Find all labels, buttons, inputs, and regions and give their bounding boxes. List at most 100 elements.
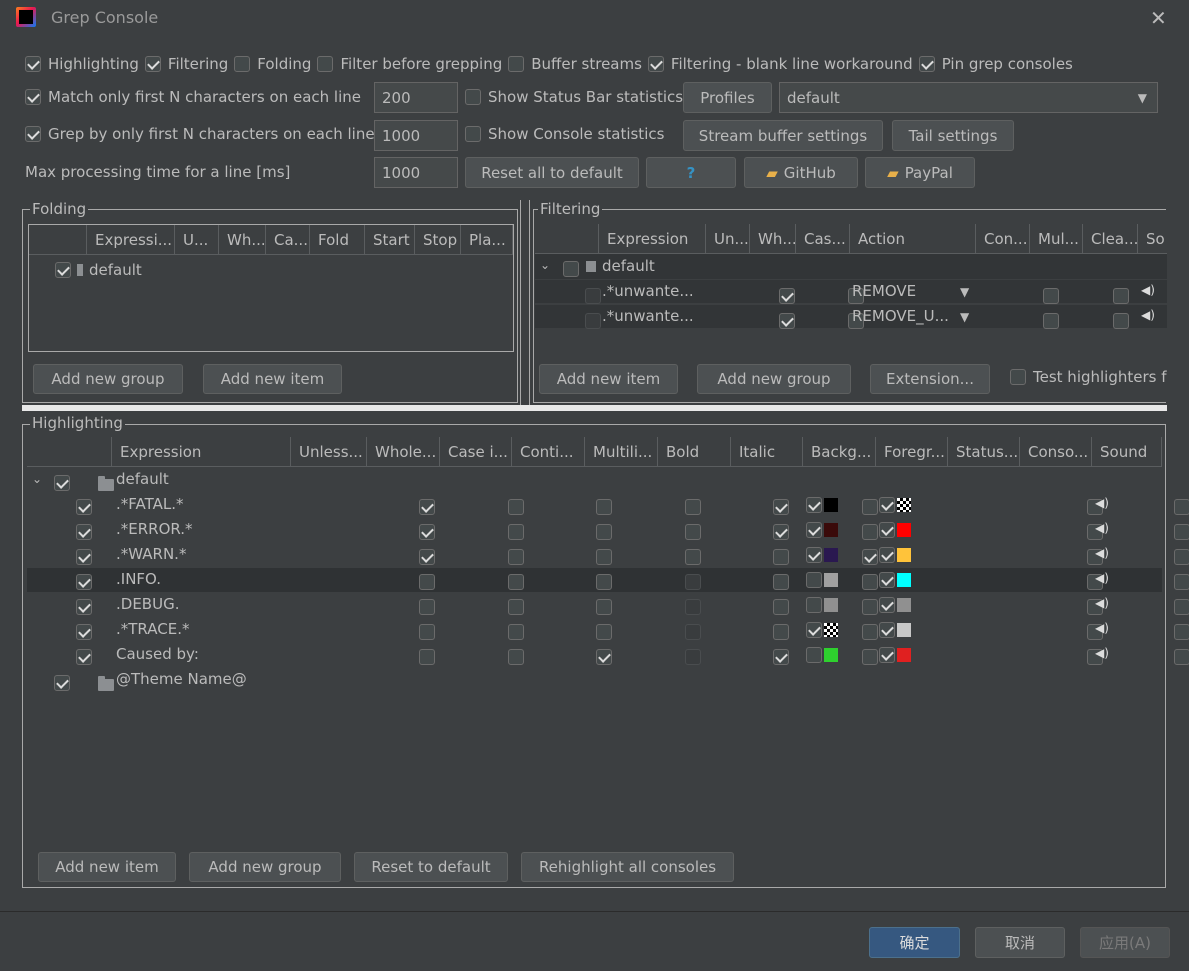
foreground-cell[interactable]: [879, 547, 911, 563]
highlighting-multiline-checkbox[interactable]: [685, 523, 701, 540]
general-option-checkbox[interactable]: [144, 56, 161, 72]
filtering-default-checkbox[interactable]: [563, 260, 579, 277]
background-checkbox[interactable]: [806, 647, 822, 663]
filtering-column-header[interactable]: Expression: [599, 224, 706, 254]
highlighting-column-header[interactable]: Conso...: [1020, 437, 1092, 467]
folding-column-header[interactable]: Wh...: [219, 225, 266, 255]
console-checkbox[interactable]: [1174, 573, 1189, 590]
tail-settings-button[interactable]: Tail settings: [892, 120, 1014, 151]
highlighting-case-checkbox[interactable]: [508, 648, 524, 665]
highlighting-continue-checkbox[interactable]: [596, 623, 612, 640]
background-cell[interactable]: [806, 522, 838, 538]
highlighting-continue-checkbox[interactable]: [596, 598, 612, 615]
background-checkbox[interactable]: [806, 547, 822, 563]
background-checkbox[interactable]: [806, 522, 822, 538]
github-button[interactable]: ▰ GitHub: [744, 157, 858, 188]
folding-column-header[interactable]: Ca...: [266, 225, 310, 255]
folding-add-item-button[interactable]: Add new item: [203, 364, 342, 394]
highlighting-whole-checkbox[interactable]: [419, 623, 435, 640]
highlighting-italic-checkbox[interactable]: [862, 623, 878, 640]
highlighting-bold-checkbox[interactable]: [773, 523, 789, 540]
background-cell[interactable]: [806, 597, 838, 613]
foreground-cell[interactable]: [879, 572, 911, 588]
general-option-checkbox[interactable]: [317, 56, 334, 72]
filtering-row-checkbox[interactable]: [585, 287, 601, 304]
match-first-n-option[interactable]: Match only first N characters on each li…: [25, 88, 361, 106]
highlighting-column-header[interactable]: Backg...: [803, 437, 876, 467]
highlighting-column-header[interactable]: Italic: [731, 437, 803, 467]
highlighting-multiline-checkbox[interactable]: [685, 648, 701, 665]
theme-group-checkbox[interactable]: [54, 674, 70, 691]
profile-select[interactable]: default ▼: [779, 82, 1158, 113]
highlighting-add-item-button[interactable]: Add new item: [38, 852, 176, 882]
highlighting-enabled-checkbox[interactable]: [76, 648, 92, 665]
highlighting-multiline-checkbox[interactable]: [685, 623, 701, 640]
highlighting-row[interactable]: .*FATAL.* ◀): [27, 493, 1189, 517]
highlighting-continue-checkbox[interactable]: [596, 498, 612, 515]
highlighting-column-header[interactable]: Conti...: [512, 437, 585, 467]
console-checkbox[interactable]: [1174, 523, 1189, 540]
highlighting-row[interactable]: .*ERROR.* ◀): [27, 518, 1189, 542]
general-option[interactable]: Pin grep consoles: [918, 54, 1073, 74]
highlighting-column-header[interactable]: Bold: [658, 437, 731, 467]
filtering-row[interactable]: .*unwante... REMOVE ▼ ◀): [535, 280, 1167, 304]
highlighting-case-checkbox[interactable]: [508, 573, 524, 590]
highlighting-continue-checkbox[interactable]: [596, 648, 612, 665]
background-checkbox[interactable]: [806, 497, 822, 513]
filtering-column-header[interactable]: Un...: [706, 224, 750, 254]
highlighting-multiline-checkbox[interactable]: [685, 573, 701, 590]
filtering-whole-checkbox[interactable]: [779, 312, 795, 329]
background-checkbox[interactable]: [806, 572, 822, 588]
filtering-action-select[interactable]: REMOVE_U... ▼: [852, 307, 974, 325]
status-bar-stats-checkbox[interactable]: [465, 89, 481, 105]
filtering-column-header[interactable]: Cas...: [796, 224, 850, 254]
highlighting-enabled-checkbox[interactable]: [76, 498, 92, 515]
grep-first-n-option[interactable]: Grep by only first N characters on each …: [25, 125, 375, 143]
console-checkbox[interactable]: [1174, 648, 1189, 665]
paypal-button[interactable]: ▰ PayPal: [865, 157, 975, 188]
general-option-checkbox[interactable]: [918, 56, 935, 72]
filtering-column-header[interactable]: Clea...: [1083, 224, 1138, 254]
filtering-add-group-button[interactable]: Add new group: [697, 364, 851, 394]
vertical-splitter[interactable]: [520, 200, 530, 405]
filtering-add-item-button[interactable]: Add new item: [539, 364, 678, 394]
speaker-icon[interactable]: ◀): [1095, 496, 1109, 510]
foreground-checkbox[interactable]: [879, 547, 895, 563]
filtering-column-header[interactable]: Wh...: [750, 224, 796, 254]
folding-row-default[interactable]: default: [55, 261, 142, 279]
filtering-column-header[interactable]: [535, 224, 599, 254]
highlighting-italic-checkbox[interactable]: [862, 498, 878, 515]
folding-column-header[interactable]: U...: [175, 225, 219, 255]
highlighting-bold-checkbox[interactable]: [773, 648, 789, 665]
filtering-column-header[interactable]: Mul...: [1030, 224, 1083, 254]
highlighting-case-checkbox[interactable]: [508, 523, 524, 540]
highlighting-whole-checkbox[interactable]: [419, 648, 435, 665]
highlighting-italic-checkbox[interactable]: [862, 573, 878, 590]
chevron-down-icon[interactable]: ⌄: [32, 472, 42, 486]
console-checkbox[interactable]: [1174, 623, 1189, 640]
general-option[interactable]: Folding: [234, 54, 311, 74]
stream-buffer-settings-button[interactable]: Stream buffer settings: [683, 120, 883, 151]
highlighting-enabled-checkbox[interactable]: [76, 623, 92, 640]
speaker-icon[interactable]: ◀): [1095, 596, 1109, 610]
highlighting-case-checkbox[interactable]: [508, 548, 524, 565]
folding-add-group-button[interactable]: Add new group: [33, 364, 183, 394]
highlighting-bold-checkbox[interactable]: [773, 573, 789, 590]
highlighting-multiline-checkbox[interactable]: [685, 548, 701, 565]
highlighting-bold-checkbox[interactable]: [773, 498, 789, 515]
status-bar-stats-option[interactable]: Show Status Bar statistics: [465, 88, 683, 106]
speaker-icon[interactable]: ◀): [1095, 571, 1109, 585]
highlighting-row[interactable]: .*WARN.* ◀): [27, 543, 1189, 567]
highlighting-row[interactable]: .DEBUG. ◀): [27, 593, 1189, 617]
ok-button[interactable]: 确定: [869, 927, 960, 958]
folding-column-header[interactable]: Fold: [310, 225, 365, 255]
highlighting-enabled-checkbox[interactable]: [76, 598, 92, 615]
general-option[interactable]: Buffer streams: [508, 54, 642, 74]
folding-column-header[interactable]: Stop: [415, 225, 461, 255]
foreground-checkbox[interactable]: [879, 572, 895, 588]
highlighting-row[interactable]: Caused by: ◀): [27, 643, 1189, 667]
highlighting-theme-group-row[interactable]: @Theme Name@: [27, 668, 1162, 693]
highlighting-italic-checkbox[interactable]: [862, 598, 878, 615]
console-stats-checkbox[interactable]: [465, 126, 481, 142]
general-option[interactable]: Filtering: [144, 54, 228, 74]
